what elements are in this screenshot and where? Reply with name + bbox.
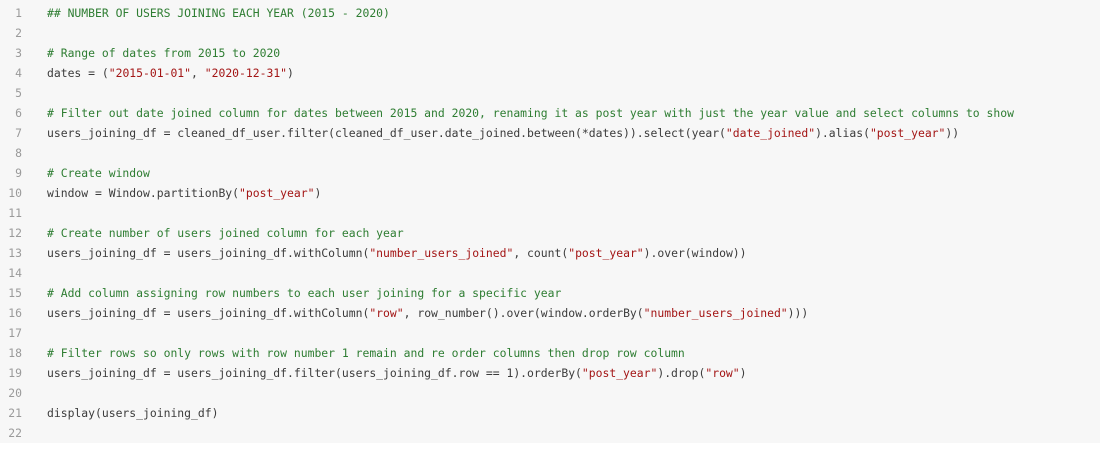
code-line[interactable]: 2 bbox=[0, 23, 1100, 43]
line-number: 13 bbox=[8, 246, 22, 260]
code-line[interactable]: 17 bbox=[0, 323, 1100, 343]
line-number: 3 bbox=[15, 46, 22, 60]
code-text: users_joining_df = users_joining_df.with… bbox=[47, 243, 747, 263]
code-comment: # Filter out date joined column for date… bbox=[47, 106, 1014, 120]
code-token: , row_number().over(window.orderBy( bbox=[403, 306, 644, 320]
line-number: 8 bbox=[15, 146, 22, 160]
code-line[interactable]: 22 bbox=[0, 423, 1100, 443]
code-text: users_joining_df = cleaned_df_user.filte… bbox=[47, 123, 959, 143]
code-text: # Create number of users joined column f… bbox=[47, 223, 404, 243]
code-comment: # Add column assigning row numbers to ea… bbox=[47, 286, 562, 300]
code-text: ## NUMBER OF USERS JOINING EACH YEAR (20… bbox=[47, 3, 390, 23]
line-number: 19 bbox=[8, 366, 22, 380]
code-comment: # Filter rows so only rows with row numb… bbox=[47, 346, 685, 360]
code-line[interactable]: 14 bbox=[0, 263, 1100, 283]
code-line[interactable]: 8 bbox=[0, 143, 1100, 163]
code-string: "row" bbox=[705, 366, 740, 380]
code-token: ).drop( bbox=[657, 366, 706, 380]
line-number: 9 bbox=[15, 166, 22, 180]
code-token: ) bbox=[287, 66, 294, 80]
code-line[interactable]: 15 # Add column assigning row numbers to … bbox=[0, 283, 1100, 303]
code-line[interactable]: 1 ## NUMBER OF USERS JOINING EACH YEAR (2… bbox=[0, 3, 1100, 23]
code-text: # Range of dates from 2015 to 2020 bbox=[47, 43, 280, 63]
line-number: 14 bbox=[8, 266, 22, 280]
line-number: 18 bbox=[8, 346, 22, 360]
code-token: dates = ( bbox=[47, 66, 109, 80]
code-line[interactable]: 9 # Create window bbox=[0, 163, 1100, 183]
code-line[interactable]: 7 users_joining_df = cleaned_df_user.filt… bbox=[0, 123, 1100, 143]
code-line[interactable]: 6 # Filter out date joined column for dat… bbox=[0, 103, 1100, 123]
code-text: users_joining_df = users_joining_df.filt… bbox=[47, 363, 747, 383]
code-token: users_joining_df = users_joining_df.with… bbox=[47, 246, 370, 260]
code-string: "2020-12-31" bbox=[204, 66, 288, 80]
code-string: "2015-01-01" bbox=[108, 66, 192, 80]
code-text: # Add column assigning row numbers to ea… bbox=[47, 283, 561, 303]
code-line[interactable]: 12 # Create number of users joined column… bbox=[0, 223, 1100, 243]
line-number: 10 bbox=[8, 186, 22, 200]
code-token: ).alias( bbox=[815, 126, 870, 140]
code-line[interactable]: 13 users_joining_df = users_joining_df.wi… bbox=[0, 243, 1100, 263]
line-number: 16 bbox=[8, 306, 22, 320]
code-token: , count( bbox=[513, 246, 569, 260]
code-token: window = Window.partitionBy( bbox=[47, 186, 240, 200]
code-token: users_joining_df = users_joining_df.with… bbox=[47, 306, 370, 320]
line-number: 11 bbox=[8, 206, 22, 220]
code-token: ) bbox=[739, 366, 747, 380]
code-editor[interactable]: 1 ## NUMBER OF USERS JOINING EACH YEAR (2… bbox=[0, 0, 1100, 443]
line-number: 1 bbox=[15, 6, 22, 20]
line-number: 6 bbox=[15, 106, 22, 120]
code-token: ) bbox=[314, 186, 322, 200]
code-string: "date_joined" bbox=[725, 126, 816, 140]
code-comment: # Range of dates from 2015 to 2020 bbox=[47, 46, 281, 60]
code-line[interactable]: 3 # Range of dates from 2015 to 2020 bbox=[0, 43, 1100, 63]
code-string: "row" bbox=[369, 306, 404, 320]
line-number: 12 bbox=[8, 226, 22, 240]
code-string: "post_year" bbox=[239, 186, 315, 200]
line-number: 7 bbox=[15, 126, 22, 140]
code-text: window = Window.partitionBy("post_year") bbox=[47, 183, 321, 203]
code-line[interactable]: 19 users_joining_df = users_joining_df.fi… bbox=[0, 363, 1100, 383]
code-string: "number_users_joined" bbox=[369, 246, 514, 260]
code-string: "post_year" bbox=[581, 366, 658, 380]
code-text: # Filter out date joined column for date… bbox=[47, 103, 1014, 123]
code-comment: ## NUMBER OF USERS JOINING EACH YEAR (20… bbox=[47, 6, 390, 20]
code-string: "post_year" bbox=[869, 126, 946, 140]
code-line[interactable]: 21 display(users_joining_df) bbox=[0, 403, 1100, 423]
line-number: 15 bbox=[8, 286, 22, 300]
line-number: 4 bbox=[15, 66, 22, 80]
line-number: 21 bbox=[8, 406, 22, 420]
code-token: )) bbox=[945, 126, 960, 140]
code-line[interactable]: 11 bbox=[0, 203, 1100, 223]
code-line[interactable]: 10 window = Window.partitionBy("post_year… bbox=[0, 183, 1100, 203]
code-text: display(users_joining_df) bbox=[47, 403, 218, 423]
code-string: "post_year" bbox=[568, 246, 644, 260]
code-token: ).over(window)) bbox=[643, 246, 747, 260]
line-number: 5 bbox=[15, 86, 22, 100]
code-text: users_joining_df = users_joining_df.with… bbox=[47, 303, 808, 323]
code-string: "number_users_joined" bbox=[643, 306, 788, 320]
code-line[interactable]: 4 dates = ("2015-01-01", "2020-12-31") bbox=[0, 63, 1100, 83]
code-line[interactable]: 16 users_joining_df = users_joining_df.wi… bbox=[0, 303, 1100, 323]
code-line[interactable]: 20 bbox=[0, 383, 1100, 403]
line-number: 2 bbox=[15, 26, 22, 40]
code-token: users_joining_df = users_joining_df.filt… bbox=[47, 366, 582, 380]
code-text: # Create window bbox=[47, 163, 150, 183]
code-text: # Filter rows so only rows with row numb… bbox=[47, 343, 685, 363]
code-comment: # Create window bbox=[47, 166, 150, 180]
line-number: 17 bbox=[8, 326, 22, 340]
code-comment: # Create number of users joined column f… bbox=[47, 226, 404, 240]
code-token: ))) bbox=[787, 306, 809, 320]
code-token: , bbox=[191, 66, 205, 80]
code-line[interactable]: 5 bbox=[0, 83, 1100, 103]
code-line[interactable]: 18 # Filter rows so only rows with row nu… bbox=[0, 343, 1100, 363]
line-number: 20 bbox=[8, 386, 22, 400]
code-text: dates = ("2015-01-01", "2020-12-31") bbox=[47, 63, 294, 83]
line-number: 22 bbox=[8, 426, 22, 440]
code-token: users_joining_df = cleaned_df_user.filte… bbox=[47, 126, 726, 140]
code-token: display(users_joining_df) bbox=[47, 406, 219, 420]
